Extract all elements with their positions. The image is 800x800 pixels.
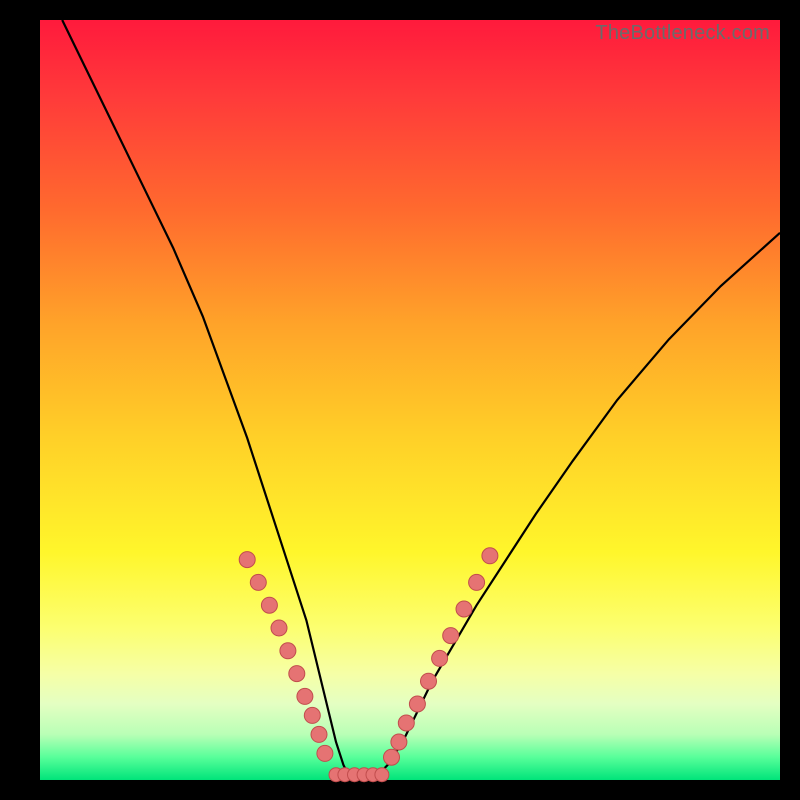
data-marker bbox=[311, 726, 327, 742]
data-marker bbox=[289, 666, 305, 682]
marker-group-right bbox=[384, 548, 498, 765]
chart-stage: TheBottleneck.com bbox=[0, 0, 800, 800]
marker-group-bottom bbox=[329, 768, 389, 782]
data-marker bbox=[261, 597, 277, 613]
data-marker bbox=[239, 552, 255, 568]
data-marker bbox=[482, 548, 498, 564]
data-marker bbox=[421, 673, 437, 689]
data-marker bbox=[456, 601, 472, 617]
data-marker bbox=[250, 574, 266, 590]
data-marker bbox=[297, 688, 313, 704]
marker-group-left bbox=[239, 552, 333, 762]
bottleneck-curve-svg bbox=[40, 20, 780, 780]
data-marker bbox=[317, 745, 333, 761]
data-marker bbox=[280, 643, 296, 659]
data-marker bbox=[409, 696, 425, 712]
data-marker bbox=[375, 768, 389, 782]
data-marker bbox=[271, 620, 287, 636]
bottleneck-curve bbox=[62, 20, 780, 780]
data-marker bbox=[398, 715, 414, 731]
data-marker bbox=[304, 707, 320, 723]
data-marker bbox=[443, 628, 459, 644]
plot-area: TheBottleneck.com bbox=[40, 20, 780, 780]
data-marker bbox=[432, 650, 448, 666]
data-marker bbox=[384, 749, 400, 765]
data-marker bbox=[469, 574, 485, 590]
data-marker bbox=[391, 734, 407, 750]
